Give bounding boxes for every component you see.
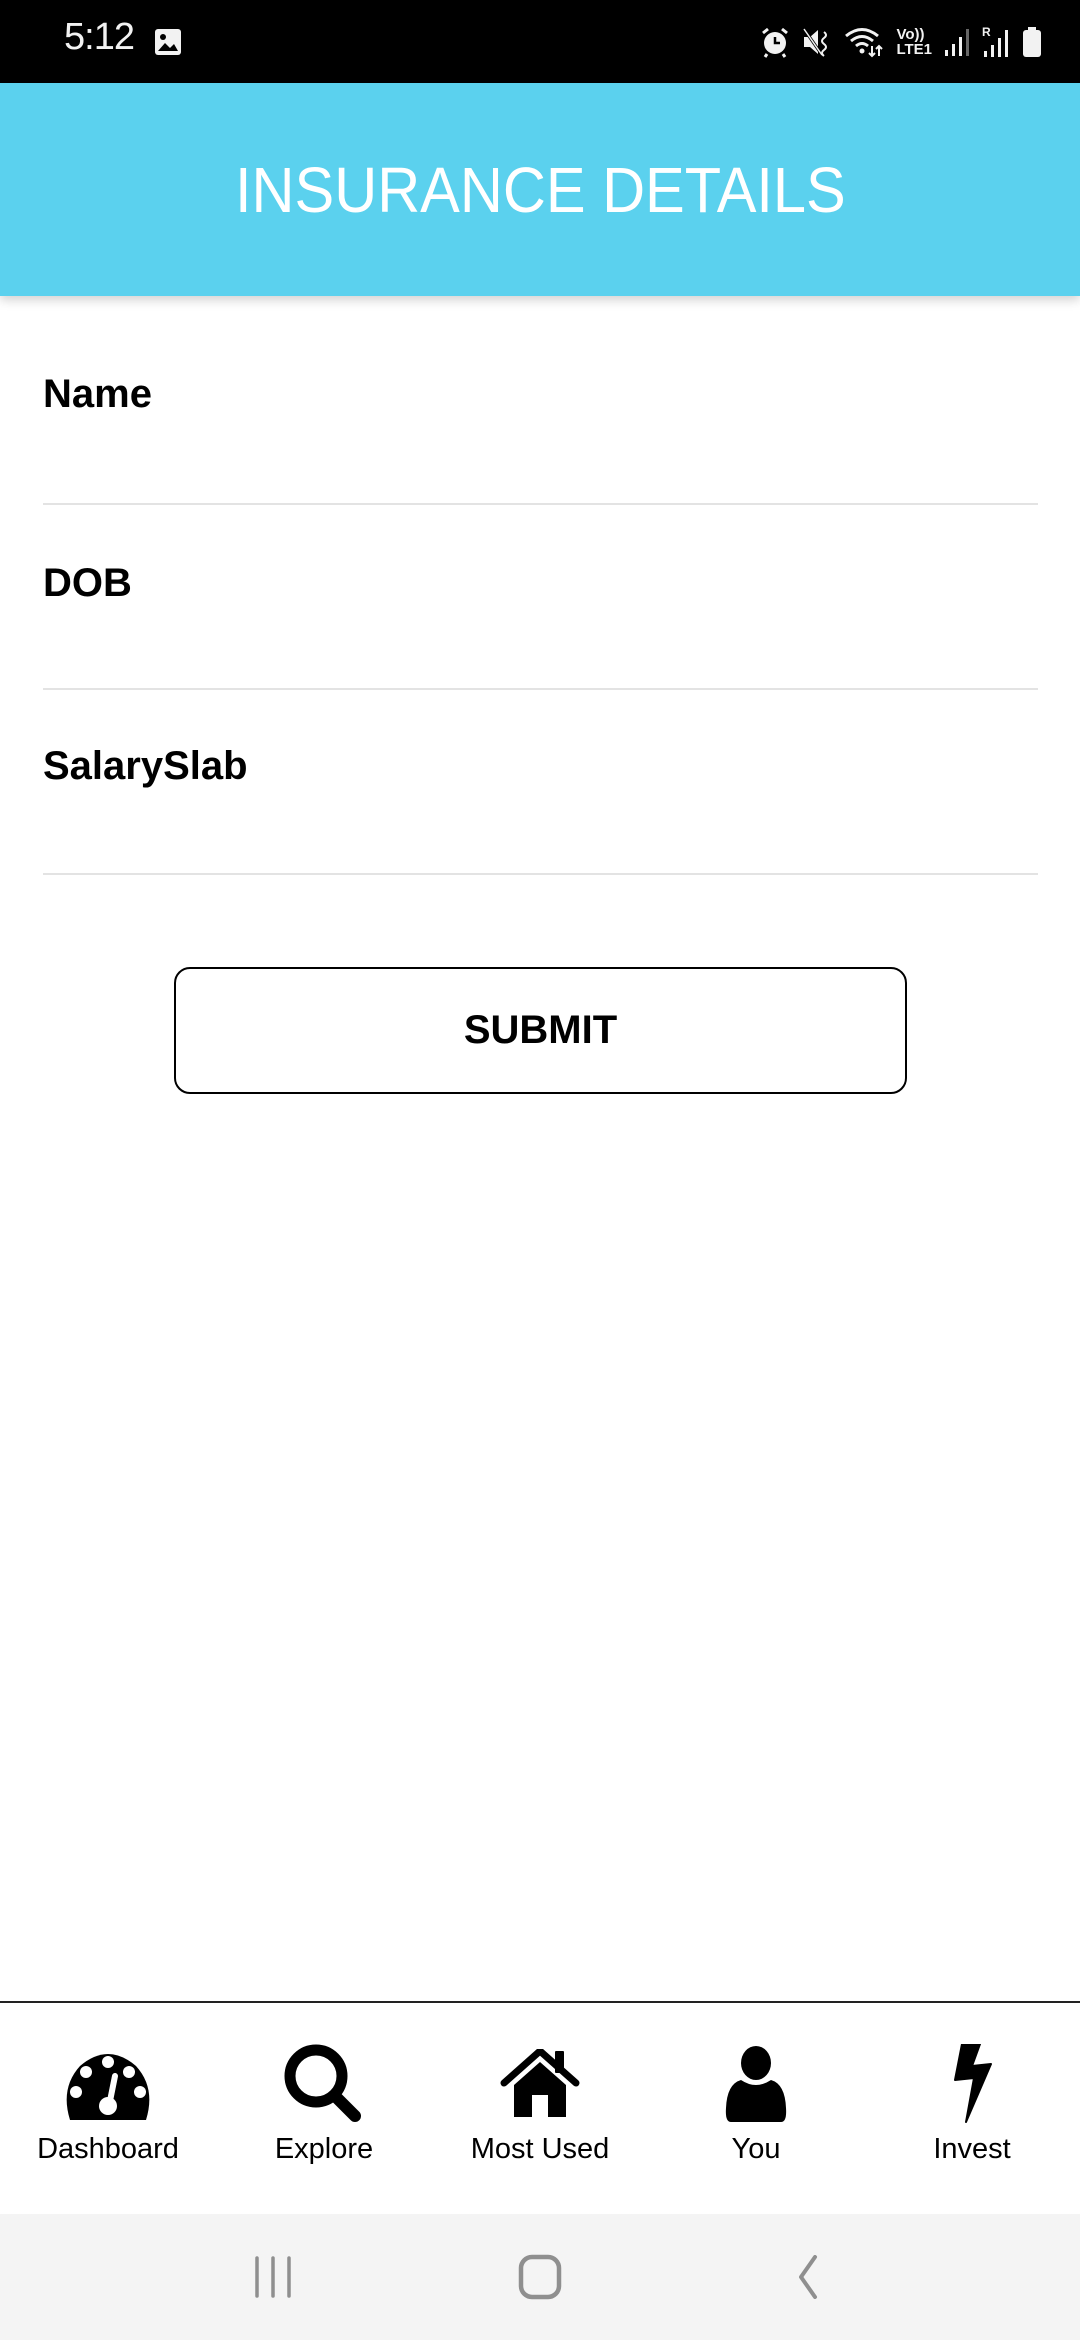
nav-item-you[interactable]: You (648, 2003, 864, 2214)
status-bar: 5:12 Vo)) LTE1 R (0, 0, 1080, 83)
dashboard-gauge-icon (63, 2043, 153, 2125)
lightning-bolt-icon (927, 2043, 1017, 2125)
mute-icon (803, 28, 828, 57)
home-outline-icon (518, 2254, 562, 2300)
gallery-icon (155, 29, 181, 55)
lte-label: LTE1 (896, 41, 932, 58)
svg-text:R: R (982, 25, 991, 39)
nav-item-dashboard[interactable]: Dashboard (0, 2003, 216, 2214)
roaming-signal-icon: R (982, 25, 1008, 57)
nav-label-explore: Explore (274, 2133, 374, 2165)
nav-label-most-used: Most Used (470, 2133, 610, 2165)
home-icon (495, 2043, 585, 2125)
search-icon (279, 2043, 369, 2125)
bottom-nav: Dashboard Explore Most Used You Invest (0, 2001, 1080, 2214)
app-bar: INSURANCE DETAILS (0, 83, 1080, 296)
back-chevron-icon (798, 2255, 817, 2299)
nav-item-most-used[interactable]: Most Used (432, 2003, 648, 2214)
volte-label: Vo)) (896, 26, 925, 43)
volte-lte-icon: Vo)) LTE1 (896, 27, 932, 57)
name-input[interactable] (43, 417, 1038, 469)
status-icons: Vo)) LTE1 R (760, 18, 1042, 66)
home-button[interactable] (500, 2237, 580, 2317)
nav-item-explore[interactable]: Explore (216, 2003, 432, 2214)
nav-label-you: You (731, 2133, 781, 2165)
system-nav-bar (0, 2214, 1080, 2340)
salary-slab-label: SalarySlab (43, 744, 248, 788)
battery-icon (1023, 27, 1041, 57)
nav-item-invest[interactable]: Invest (864, 2003, 1080, 2214)
name-label: Name (43, 372, 152, 416)
wifi-icon (845, 28, 884, 58)
dob-input[interactable] (43, 606, 1038, 658)
user-icon (711, 2043, 801, 2125)
page-title: INSURANCE DETAILS (234, 153, 846, 226)
salary-slab-field: SalarySlab (43, 690, 1038, 875)
nav-label-invest: Invest (933, 2133, 1011, 2165)
submit-button[interactable]: SUBMIT (174, 967, 907, 1094)
nav-label-dashboard: Dashboard (37, 2133, 179, 2165)
salary-slab-input[interactable] (43, 789, 1038, 841)
recent-apps-button[interactable] (233, 2237, 313, 2317)
insurance-form: Name DOB SalarySlab (43, 296, 1038, 875)
dob-field: DOB (43, 505, 1038, 690)
signal-icon (945, 29, 969, 56)
dob-label: DOB (43, 561, 132, 605)
back-button[interactable] (767, 2237, 847, 2317)
status-time: 5:12 (64, 16, 135, 58)
recent-apps-icon (255, 2256, 292, 2298)
alarm-icon (762, 27, 789, 58)
name-field: Name (43, 296, 1038, 505)
